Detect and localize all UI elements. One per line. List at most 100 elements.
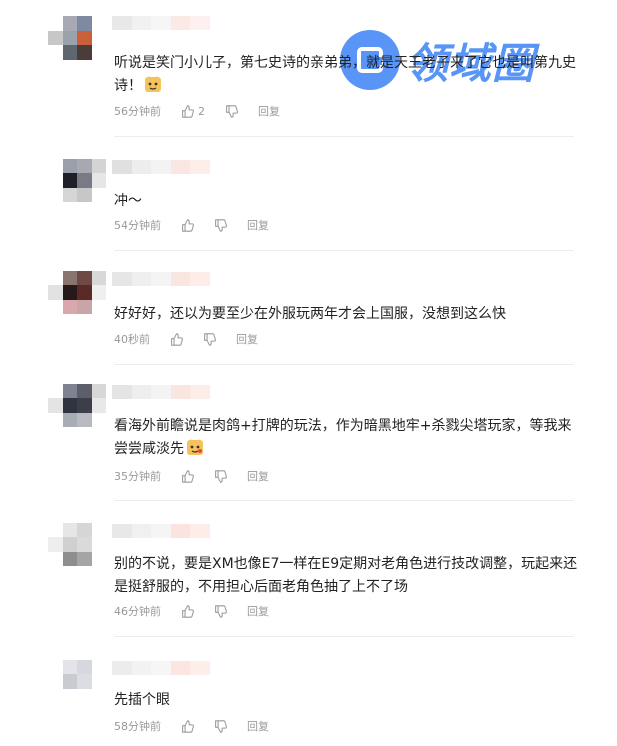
avatar-pixel xyxy=(77,412,92,427)
avatar-pixel xyxy=(48,270,63,285)
dislike-button[interactable] xyxy=(203,332,216,346)
avatar-pixel xyxy=(91,144,106,159)
reply-button[interactable]: 回复 xyxy=(247,718,269,734)
avatar-pixel xyxy=(91,508,106,523)
avatar-pixel xyxy=(62,369,77,384)
avatar[interactable] xyxy=(48,645,106,703)
divider xyxy=(114,636,574,637)
avatar-pixel xyxy=(62,522,77,537)
username-pixel xyxy=(131,661,152,675)
dislike-button[interactable] xyxy=(214,719,227,733)
avatar-pixel xyxy=(62,537,77,552)
avatar-pixel xyxy=(62,256,77,271)
username-mosaic[interactable] xyxy=(112,16,210,30)
avatar-pixel xyxy=(48,522,63,537)
username-mosaic[interactable] xyxy=(112,160,210,174)
reply-button[interactable]: 回复 xyxy=(258,103,280,119)
avatar-pixel xyxy=(77,30,92,45)
avatar-pixel xyxy=(62,674,77,689)
like-button[interactable] xyxy=(181,604,194,618)
avatar-pixel xyxy=(91,173,106,188)
like-button[interactable] xyxy=(181,218,194,232)
avatar-pixel xyxy=(77,45,92,60)
reply-button[interactable]: 回复 xyxy=(247,468,269,484)
dislike-button[interactable] xyxy=(225,104,238,118)
avatar-pixel xyxy=(91,270,106,285)
avatar-pixel xyxy=(62,688,77,703)
avatar-pixel xyxy=(62,173,77,188)
username-mosaic[interactable] xyxy=(112,524,210,538)
username-pixel xyxy=(170,661,191,675)
thumbs-up-icon xyxy=(182,104,194,118)
avatar-pixel xyxy=(62,144,77,159)
avatar-pixel xyxy=(62,270,77,285)
avatar-pixel xyxy=(91,158,106,173)
comment-time: 35分钟前 xyxy=(114,470,161,483)
username-pixel xyxy=(151,385,171,399)
reply-button[interactable]: 回复 xyxy=(247,217,269,233)
thumbs-up-icon xyxy=(171,332,183,346)
avatar-pixel xyxy=(91,16,106,31)
avatar[interactable] xyxy=(48,256,106,314)
avatar[interactable] xyxy=(48,508,106,566)
thumbs-down-icon xyxy=(215,719,227,733)
comment-time: 40秒前 xyxy=(114,333,150,346)
username-mosaic[interactable] xyxy=(112,385,210,399)
avatar-pixel xyxy=(91,688,106,703)
username-pixel xyxy=(170,385,191,399)
like-button[interactable] xyxy=(170,332,183,346)
like-button[interactable]: 2 xyxy=(181,105,205,118)
avatar-pixel xyxy=(77,299,92,314)
cat-emoji-icon xyxy=(144,75,162,93)
avatar-pixel xyxy=(91,59,106,74)
comment-text-body: 先插个眼 xyxy=(114,692,170,708)
avatar-pixel xyxy=(91,45,106,60)
username-pixel xyxy=(190,524,210,538)
avatar-pixel xyxy=(48,674,63,689)
avatar-pixel xyxy=(77,688,92,703)
avatar-pixel xyxy=(91,412,106,427)
username-pixel xyxy=(112,16,132,30)
cat-emoji-icon xyxy=(186,438,204,456)
dislike-button[interactable] xyxy=(214,604,227,618)
avatar-pixel xyxy=(77,187,92,202)
avatar-pixel xyxy=(77,270,92,285)
avatar-pixel xyxy=(48,45,63,60)
comment-meta: 46分钟前 回复 xyxy=(114,602,269,620)
avatar[interactable] xyxy=(48,144,106,202)
username-mosaic[interactable] xyxy=(112,272,210,286)
username-pixel xyxy=(190,160,210,174)
username-pixel xyxy=(151,661,171,675)
username-pixel xyxy=(131,385,152,399)
username-pixel xyxy=(151,272,171,286)
thumbs-down-icon xyxy=(215,604,227,618)
username-pixel xyxy=(151,16,171,30)
reply-button[interactable]: 回复 xyxy=(236,331,258,347)
thumbs-up-icon xyxy=(182,469,194,483)
username-pixel xyxy=(170,160,191,174)
thumbs-down-icon xyxy=(204,332,216,346)
avatar-pixel xyxy=(77,522,92,537)
like-button[interactable] xyxy=(181,469,194,483)
like-button[interactable] xyxy=(181,719,194,733)
divider xyxy=(114,500,574,501)
comment-text: 听说是笑门小儿子，第七史诗的亲弟弟，就是天王老子来了它也是叫第九史诗！ xyxy=(114,52,584,98)
avatar-pixel xyxy=(91,659,106,674)
reply-button[interactable]: 回复 xyxy=(247,603,269,619)
avatar-pixel xyxy=(91,299,106,314)
avatar-pixel xyxy=(48,16,63,31)
avatar[interactable] xyxy=(48,369,106,427)
avatar-pixel xyxy=(62,383,77,398)
avatar-pixel xyxy=(77,551,92,566)
avatar[interactable] xyxy=(48,16,106,74)
username-pixel xyxy=(112,272,132,286)
avatar-pixel xyxy=(48,144,63,159)
dislike-button[interactable] xyxy=(214,469,227,483)
avatar-pixel xyxy=(48,30,63,45)
username-pixel xyxy=(190,272,210,286)
like-count: 2 xyxy=(198,104,205,118)
dislike-button[interactable] xyxy=(214,218,227,232)
avatar-pixel xyxy=(91,369,106,384)
username-mosaic[interactable] xyxy=(112,661,210,675)
username-pixel xyxy=(112,524,132,538)
